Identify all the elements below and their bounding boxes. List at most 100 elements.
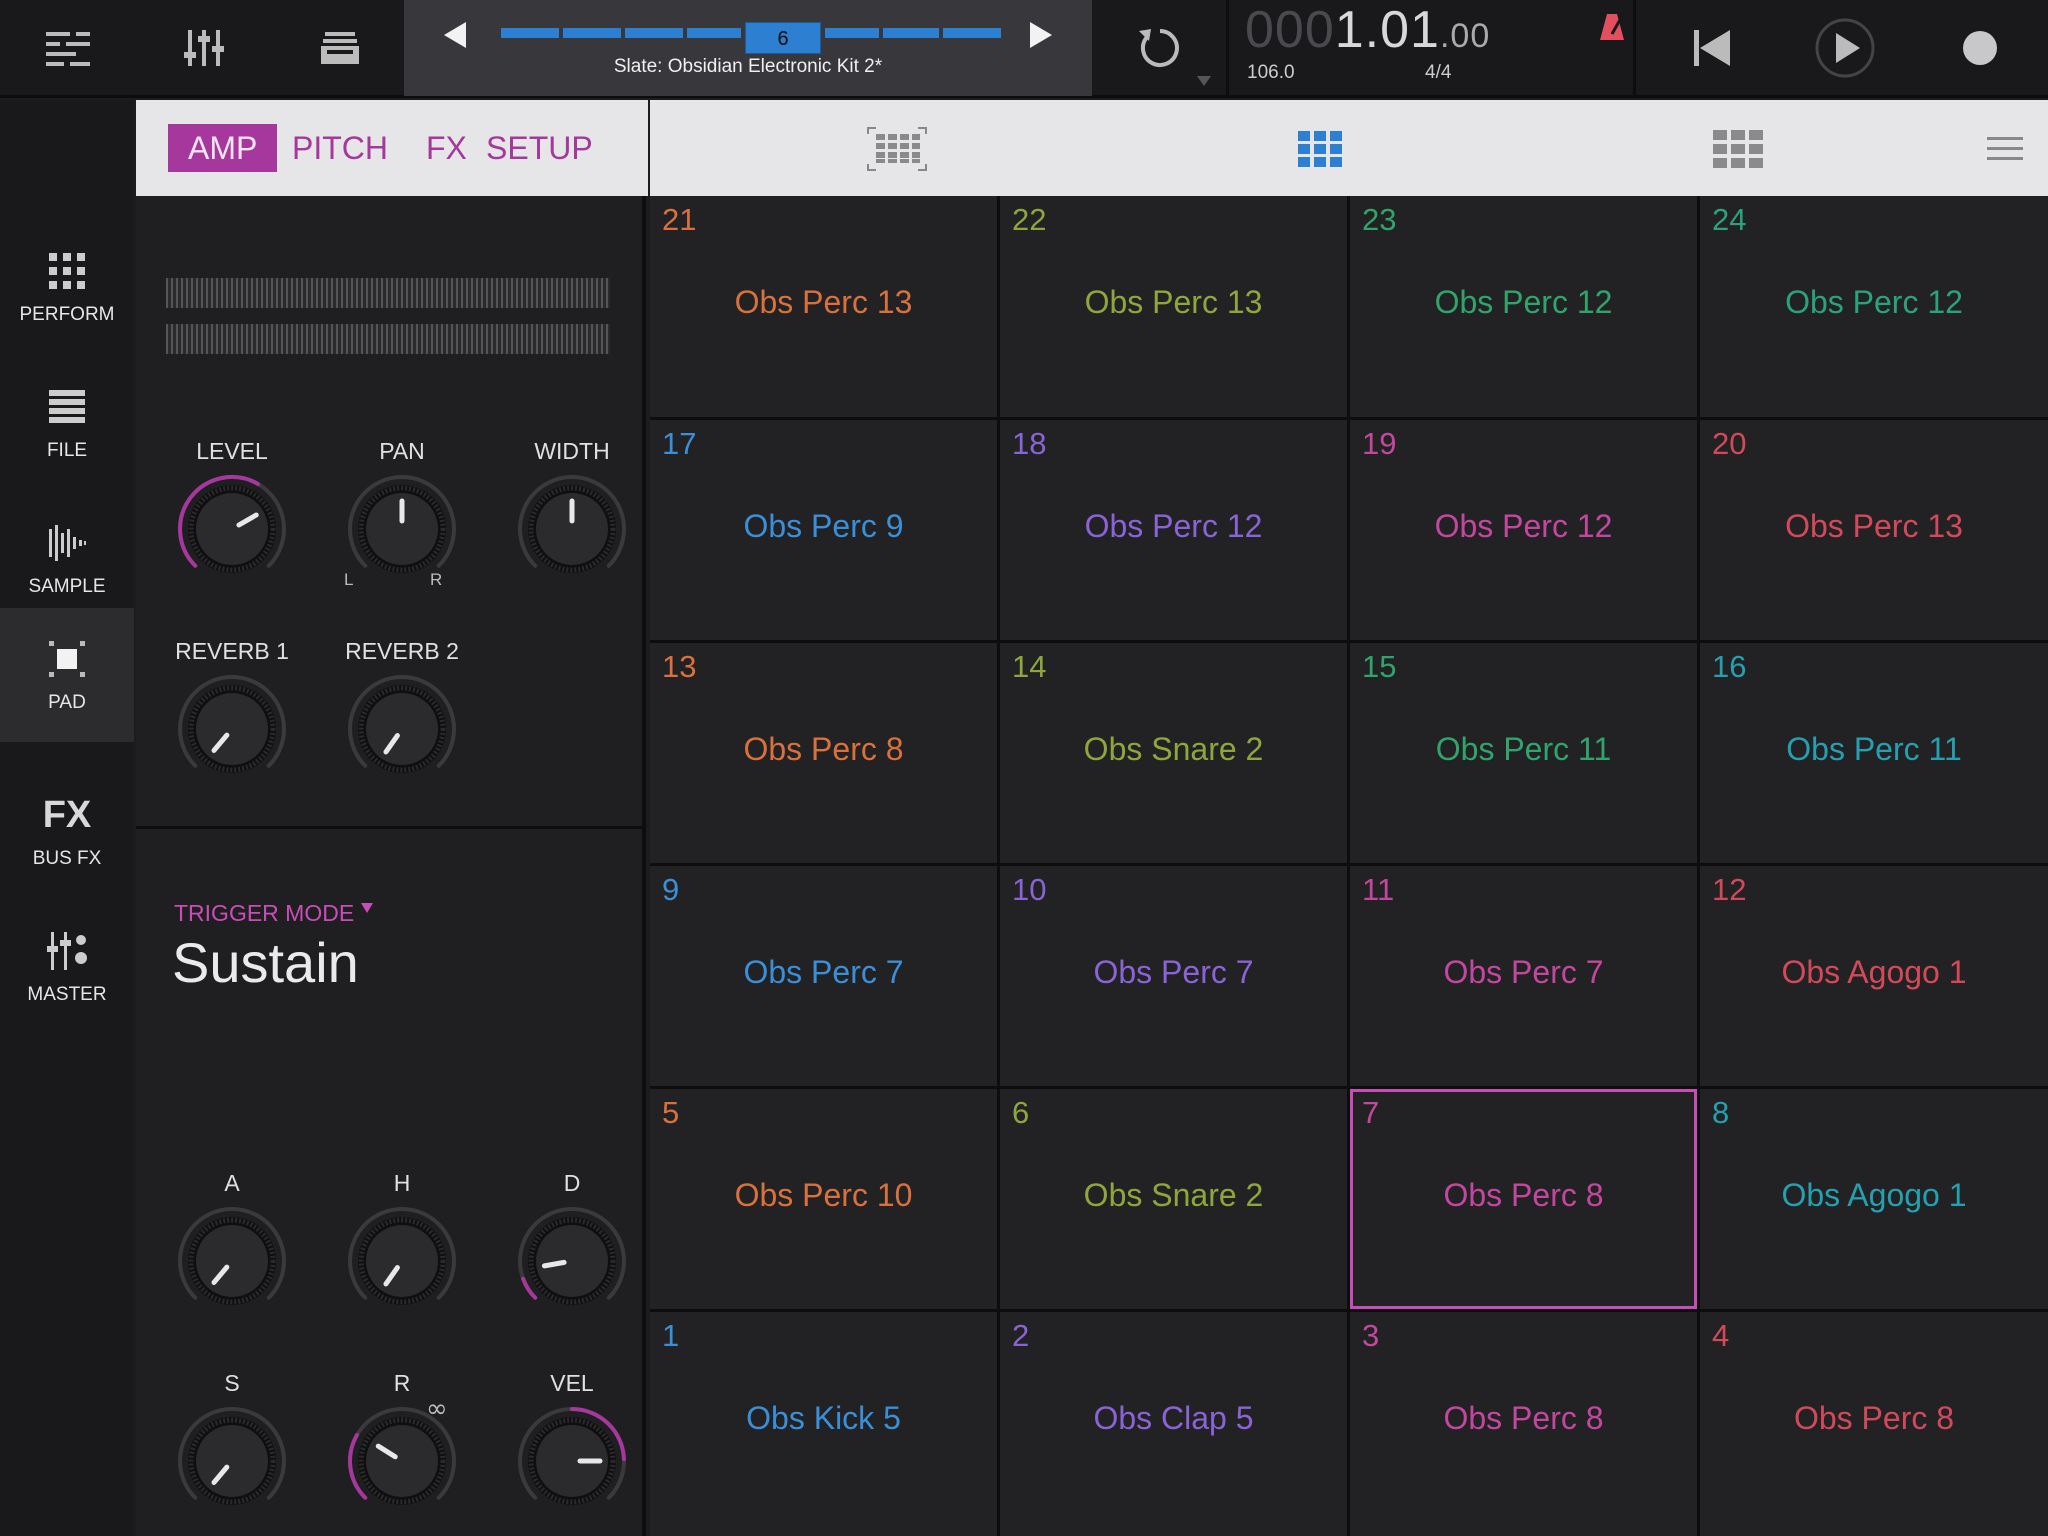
pad-20[interactable]: 20 Obs Perc 13 [1700,420,2048,640]
metronome-icon[interactable] [1599,12,1625,46]
fx-icon: FX [0,790,134,840]
pad-4[interactable]: 4 Obs Perc 8 [1700,1312,2048,1536]
decay-knob[interactable] [515,1204,629,1318]
reverb1-label: REVERB 1 [175,638,289,664]
main-menu-icon[interactable] [28,0,108,96]
pad-22[interactable]: 22 Obs Perc 13 [1000,196,1347,417]
pad-13[interactable]: 13 Obs Perc 8 [650,643,997,863]
mixer-icon[interactable] [160,0,248,96]
sustain-knob[interactable] [175,1404,289,1518]
decay-label: D [563,1170,581,1196]
nav-bus-fx[interactable]: FX BUS FX [0,764,134,898]
kit-prev-button[interactable] [442,20,468,54]
pad-17[interactable]: 17 Obs Perc 9 [650,420,997,640]
pad-7[interactable]: 7 Obs Perc 8 [1350,1089,1697,1309]
pan-right-label: R [430,570,443,589]
pad-3[interactable]: 3 Obs Perc 8 [1350,1312,1697,1536]
pad-sample-name: Obs Perc 8 [1443,1400,1604,1436]
pad-sample-name: Obs Perc 8 [1793,1400,1955,1436]
pad-sample-name: Obs Perc 7 [743,954,904,990]
pad-sample-name: Obs Perc 11 [1435,731,1612,767]
pad-23[interactable]: 23 Obs Perc 12 [1350,196,1697,417]
pad-view-32-icon[interactable] [1708,124,1768,174]
pad-sample-name: Obs Perc 12 [1434,508,1613,544]
velocity-knob[interactable] [515,1404,629,1518]
pad-sample-name: Obs Perc 8 [1443,1177,1604,1213]
panel-divider [136,826,646,829]
pad-number: 2 [1012,1318,1030,1353]
browser-icon[interactable] [295,0,385,96]
reverb2-knob[interactable] [345,672,459,786]
hamburger-menu-icon[interactable] [1980,124,2030,174]
pad-6[interactable]: 6 Obs Snare 2 [1000,1089,1347,1309]
hold-knob[interactable] [345,1204,459,1318]
reverb2-label: REVERB 2 [345,638,459,664]
nav-file[interactable]: FILE [0,356,134,490]
kit-position-bar[interactable]: 6 [501,22,1001,54]
pad-10[interactable]: 10 Obs Perc 7 [1000,866,1347,1086]
pad-18[interactable]: 18 Obs Perc 12 [1000,420,1347,640]
pad-number: 18 [1012,426,1047,461]
undo-icon[interactable] [1110,0,1210,96]
tab-amp[interactable]: AMP [168,124,278,172]
kit-index: 6 [745,22,821,54]
attack-knob[interactable] [175,1204,289,1318]
pad-11[interactable]: 11 Obs Perc 7 [1350,866,1697,1086]
pad-number: 16 [1712,649,1747,684]
tempo-value[interactable]: 106.0 [1247,62,1295,84]
time-signature[interactable]: 4/4 [1425,62,1451,84]
pad-9[interactable]: 9 Obs Perc 7 [650,866,997,1086]
transport-counter: 0001.01.00 106.0 4/4 [1226,0,1636,96]
pad-21[interactable]: 21 Obs Perc 13 [650,196,997,417]
level-knob-group: LEVEL [172,438,292,586]
nav-bus-fx-label: BUS FX [32,848,102,869]
nav-perform[interactable]: PERFORM [0,220,134,354]
pad-sample-name: Obs Perc 7 [1093,954,1254,990]
trigger-mode-value[interactable]: Sustain [172,930,359,995]
pad-24[interactable]: 24 Obs Perc 12 [1700,196,2048,417]
nav-perform-label: PERFORM [19,304,115,325]
pad-15[interactable]: 15 Obs Perc 11 [1350,643,1697,863]
pad-number: 9 [662,872,680,907]
pad-16[interactable]: 16 Obs Perc 11 [1700,643,2048,863]
pan-knob[interactable] [345,472,459,586]
pad-sample-name: Obs Perc 12 [1084,508,1263,544]
rewind-to-start-icon[interactable] [1672,0,1752,96]
nav-sample[interactable]: SAMPLE [0,492,134,626]
pad-sample-name: Obs Perc 13 [1785,508,1963,544]
nav-sample-label: SAMPLE [28,576,106,597]
edit-tabs: AMP PITCH FX SETUP [136,100,648,196]
pad-5[interactable]: 5 Obs Perc 10 [650,1089,997,1309]
play-button[interactable] [1800,0,1890,96]
file-list-icon [0,382,134,432]
pad-1[interactable]: 1 Obs Kick 5 [650,1312,997,1536]
pad-view-24-icon[interactable] [1290,124,1350,174]
pad-2[interactable]: 2 Obs Clap 5 [1000,1312,1347,1536]
kit-name: Slate: Obsidian Electronic Kit 2* [613,56,883,77]
level-knob[interactable] [175,472,289,586]
pad-number: 13 [662,649,697,684]
master-fader-icon [0,926,134,976]
pad-number: 3 [1362,1318,1380,1353]
pad-19[interactable]: 19 Obs Perc 12 [1350,420,1697,640]
pad-number: 7 [1362,1095,1380,1130]
pad-8[interactable]: 8 Obs Agogo 1 [1700,1089,2048,1309]
sample-waveform[interactable] [166,278,610,354]
tab-pitch[interactable]: PITCH [272,124,408,172]
width-knob[interactable] [515,472,629,586]
trigger-mode-label[interactable]: TRIGGER MODE [174,900,373,927]
pad-14[interactable]: 14 Obs Snare 2 [1000,643,1347,863]
reverb1-knob[interactable] [175,672,289,786]
pad-12[interactable]: 12 Obs Agogo 1 [1700,866,2048,1086]
pad-view-16-icon[interactable] [862,124,932,174]
nav-pad[interactable]: PAD [0,608,134,742]
tab-setup[interactable]: SETUP [466,124,613,172]
counter-bars-dim: 000 [1245,1,1335,59]
nav-master-label: MASTER [27,984,107,1005]
nav-master[interactable]: MASTER [0,900,134,1034]
undo-menu-caret-icon[interactable] [1196,72,1212,91]
trigger-mode-dropdown-icon [360,903,373,913]
pad-sample-name: Obs Snare 2 [1083,1177,1264,1213]
record-button[interactable] [1940,0,2020,96]
kit-next-button[interactable] [1028,20,1054,54]
